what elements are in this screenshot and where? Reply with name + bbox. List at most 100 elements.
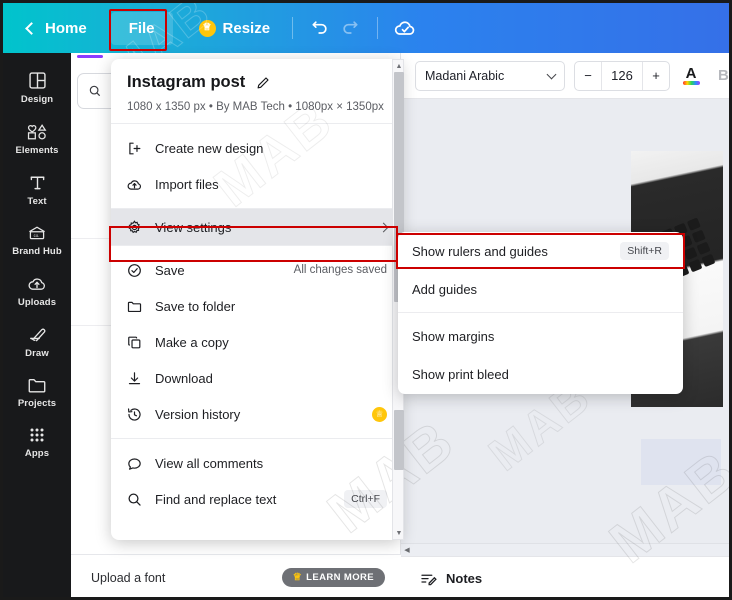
sidebar-item-text[interactable]: Text: [3, 163, 71, 214]
sidebar-item-label: Design: [20, 94, 54, 105]
resize-button[interactable]: ♕ Resize: [189, 14, 281, 43]
uploads-icon: [28, 278, 45, 290]
redo-button[interactable]: [335, 13, 365, 43]
submenu-divider: [398, 312, 683, 313]
notes-icon: [421, 574, 437, 585]
elements-icon: [27, 124, 47, 140]
file-label: File: [128, 19, 155, 37]
scroll-left-arrow-icon[interactable]: ◀: [401, 546, 413, 554]
scrollbar-thumb-secondary[interactable]: [394, 410, 404, 470]
menu-item-save[interactable]: Save All changes saved: [111, 252, 401, 288]
font-family-value: Madani Arabic: [425, 68, 505, 83]
submenu-item-label: Add guides: [412, 281, 478, 297]
scroll-up-arrow-icon[interactable]: ▲: [393, 60, 405, 72]
submenu-item-show-rulers-and-guides[interactable]: Show rulers and guides Shift+R: [398, 232, 683, 270]
font-size-increase-button[interactable]: +: [643, 62, 669, 90]
svg-text:co.: co.: [34, 233, 40, 238]
file-tab[interactable]: File: [110, 11, 173, 45]
copy-icon: [125, 334, 143, 351]
scroll-down-arrow-icon[interactable]: ▼: [393, 527, 405, 539]
canvas-rectangle-element[interactable]: [641, 439, 721, 485]
folder-icon: [125, 298, 143, 315]
menu-item-make-a-copy[interactable]: Make a copy: [111, 324, 401, 360]
shortcut-badge: Shift+R: [620, 242, 669, 260]
menu-item-save-to-folder[interactable]: Save to folder: [111, 288, 401, 324]
left-rail: Design Elements Text co. Brand Hub Uploa…: [3, 53, 71, 597]
font-size-stepper: − 126 +: [574, 60, 670, 91]
draw-icon: [30, 328, 46, 342]
active-tab-underline: [77, 55, 103, 58]
sidebar-item-label: Text: [27, 196, 47, 207]
text-color-button[interactable]: A: [679, 64, 703, 85]
menu-item-view-all-comments[interactable]: View all comments: [111, 445, 401, 481]
text-color-label: A: [685, 64, 697, 82]
home-label: Home: [45, 19, 87, 37]
crown-icon: ♕: [372, 406, 387, 422]
sidebar-item-elements[interactable]: Elements: [3, 112, 71, 163]
pencil-icon[interactable]: [255, 75, 271, 91]
chevron-right-icon: [378, 222, 389, 232]
gear-icon: [125, 219, 143, 236]
sidebar-item-label: Apps: [24, 448, 50, 459]
menu-item-find-and-replace-text[interactable]: Find and replace text Ctrl+F: [111, 481, 401, 517]
menu-item-label: Import files: [155, 176, 219, 192]
submenu-item-show-print-bleed[interactable]: Show print bleed: [398, 355, 683, 393]
sidebar-item-projects[interactable]: Projects: [3, 366, 71, 416]
search-icon: [89, 85, 101, 97]
text-icon: [30, 176, 44, 190]
menu-item-create-new-design[interactable]: Create new design: [111, 130, 401, 166]
chevron-down-icon: [546, 69, 557, 79]
home-button[interactable]: Home: [17, 14, 97, 43]
chevron-left-icon: [25, 21, 38, 35]
menu-item-label: Save: [155, 262, 185, 278]
save-cloud-icon: [125, 262, 143, 279]
sidebar-item-label: Elements: [15, 145, 59, 156]
canva-editor-window: Home File ♕ Resize MAB: [0, 0, 732, 600]
menu-item-version-history[interactable]: Version history ♕: [111, 396, 401, 432]
redo-icon: [343, 21, 358, 34]
brand-hub-icon: co.: [29, 226, 45, 240]
sidebar-item-label: Brand Hub: [12, 246, 62, 257]
font-size-decrease-button[interactable]: −: [575, 62, 601, 90]
apps-icon: [30, 428, 44, 442]
sidebar-item-design[interactable]: Design: [3, 61, 71, 112]
sidebar-item-uploads[interactable]: Uploads: [3, 264, 71, 315]
sidebar-item-draw[interactable]: Draw: [3, 315, 71, 366]
menu-item-label: Version history: [155, 406, 241, 422]
font-size-input[interactable]: 126: [601, 61, 643, 90]
cloud-save-button[interactable]: [390, 13, 420, 43]
comment-icon: [125, 455, 143, 472]
submenu-item-label: Show rulers and guides: [412, 243, 548, 259]
top-toolbar: Home File ♕ Resize: [3, 3, 729, 53]
menu-item-view-settings[interactable]: View settings: [111, 209, 401, 245]
file-menu-header: Instagram post 1080 x 1350 px • By MAB T…: [111, 59, 401, 123]
menu-item-label: Find and replace text: [155, 491, 277, 507]
resize-label: Resize: [222, 19, 271, 37]
canvas-horizontal-scrollbar[interactable]: ◀: [401, 543, 729, 556]
undo-button[interactable]: [305, 13, 335, 43]
upload-font-footer: Upload a font ♕ LEARN MORE: [71, 554, 401, 597]
learn-more-button[interactable]: ♕ LEARN MORE: [281, 568, 385, 587]
submenu-item-add-guides[interactable]: Add guides: [398, 270, 683, 308]
undo-icon: [312, 21, 327, 34]
sidebar-item-label: Projects: [17, 398, 57, 409]
menu-item-label: Make a copy: [155, 334, 229, 350]
notes-bar[interactable]: Notes: [401, 556, 729, 597]
cloud-check-icon: [394, 21, 415, 35]
design-title: Instagram post: [127, 73, 246, 91]
sidebar-item-brand-hub[interactable]: co. Brand Hub: [3, 214, 71, 264]
submenu-item-show-margins[interactable]: Show margins: [398, 317, 683, 355]
create-new-design-icon: [125, 140, 143, 157]
crown-icon: ♕: [292, 572, 303, 583]
save-status-text: All changes saved: [293, 264, 387, 276]
design-title-row[interactable]: Instagram post: [127, 73, 385, 92]
design-icon: [28, 72, 46, 89]
bold-button[interactable]: B: [718, 67, 729, 84]
search-icon: [125, 491, 143, 508]
font-family-select[interactable]: Madani Arabic: [415, 60, 565, 91]
menu-item-download[interactable]: Download: [111, 360, 401, 396]
file-dropdown-menu: Instagram post 1080 x 1350 px • By MAB T…: [111, 59, 401, 540]
sidebar-item-apps[interactable]: Apps: [3, 416, 71, 466]
menu-item-import-files[interactable]: Import files: [111, 166, 401, 202]
upload-font-label: Upload a font: [91, 570, 166, 585]
